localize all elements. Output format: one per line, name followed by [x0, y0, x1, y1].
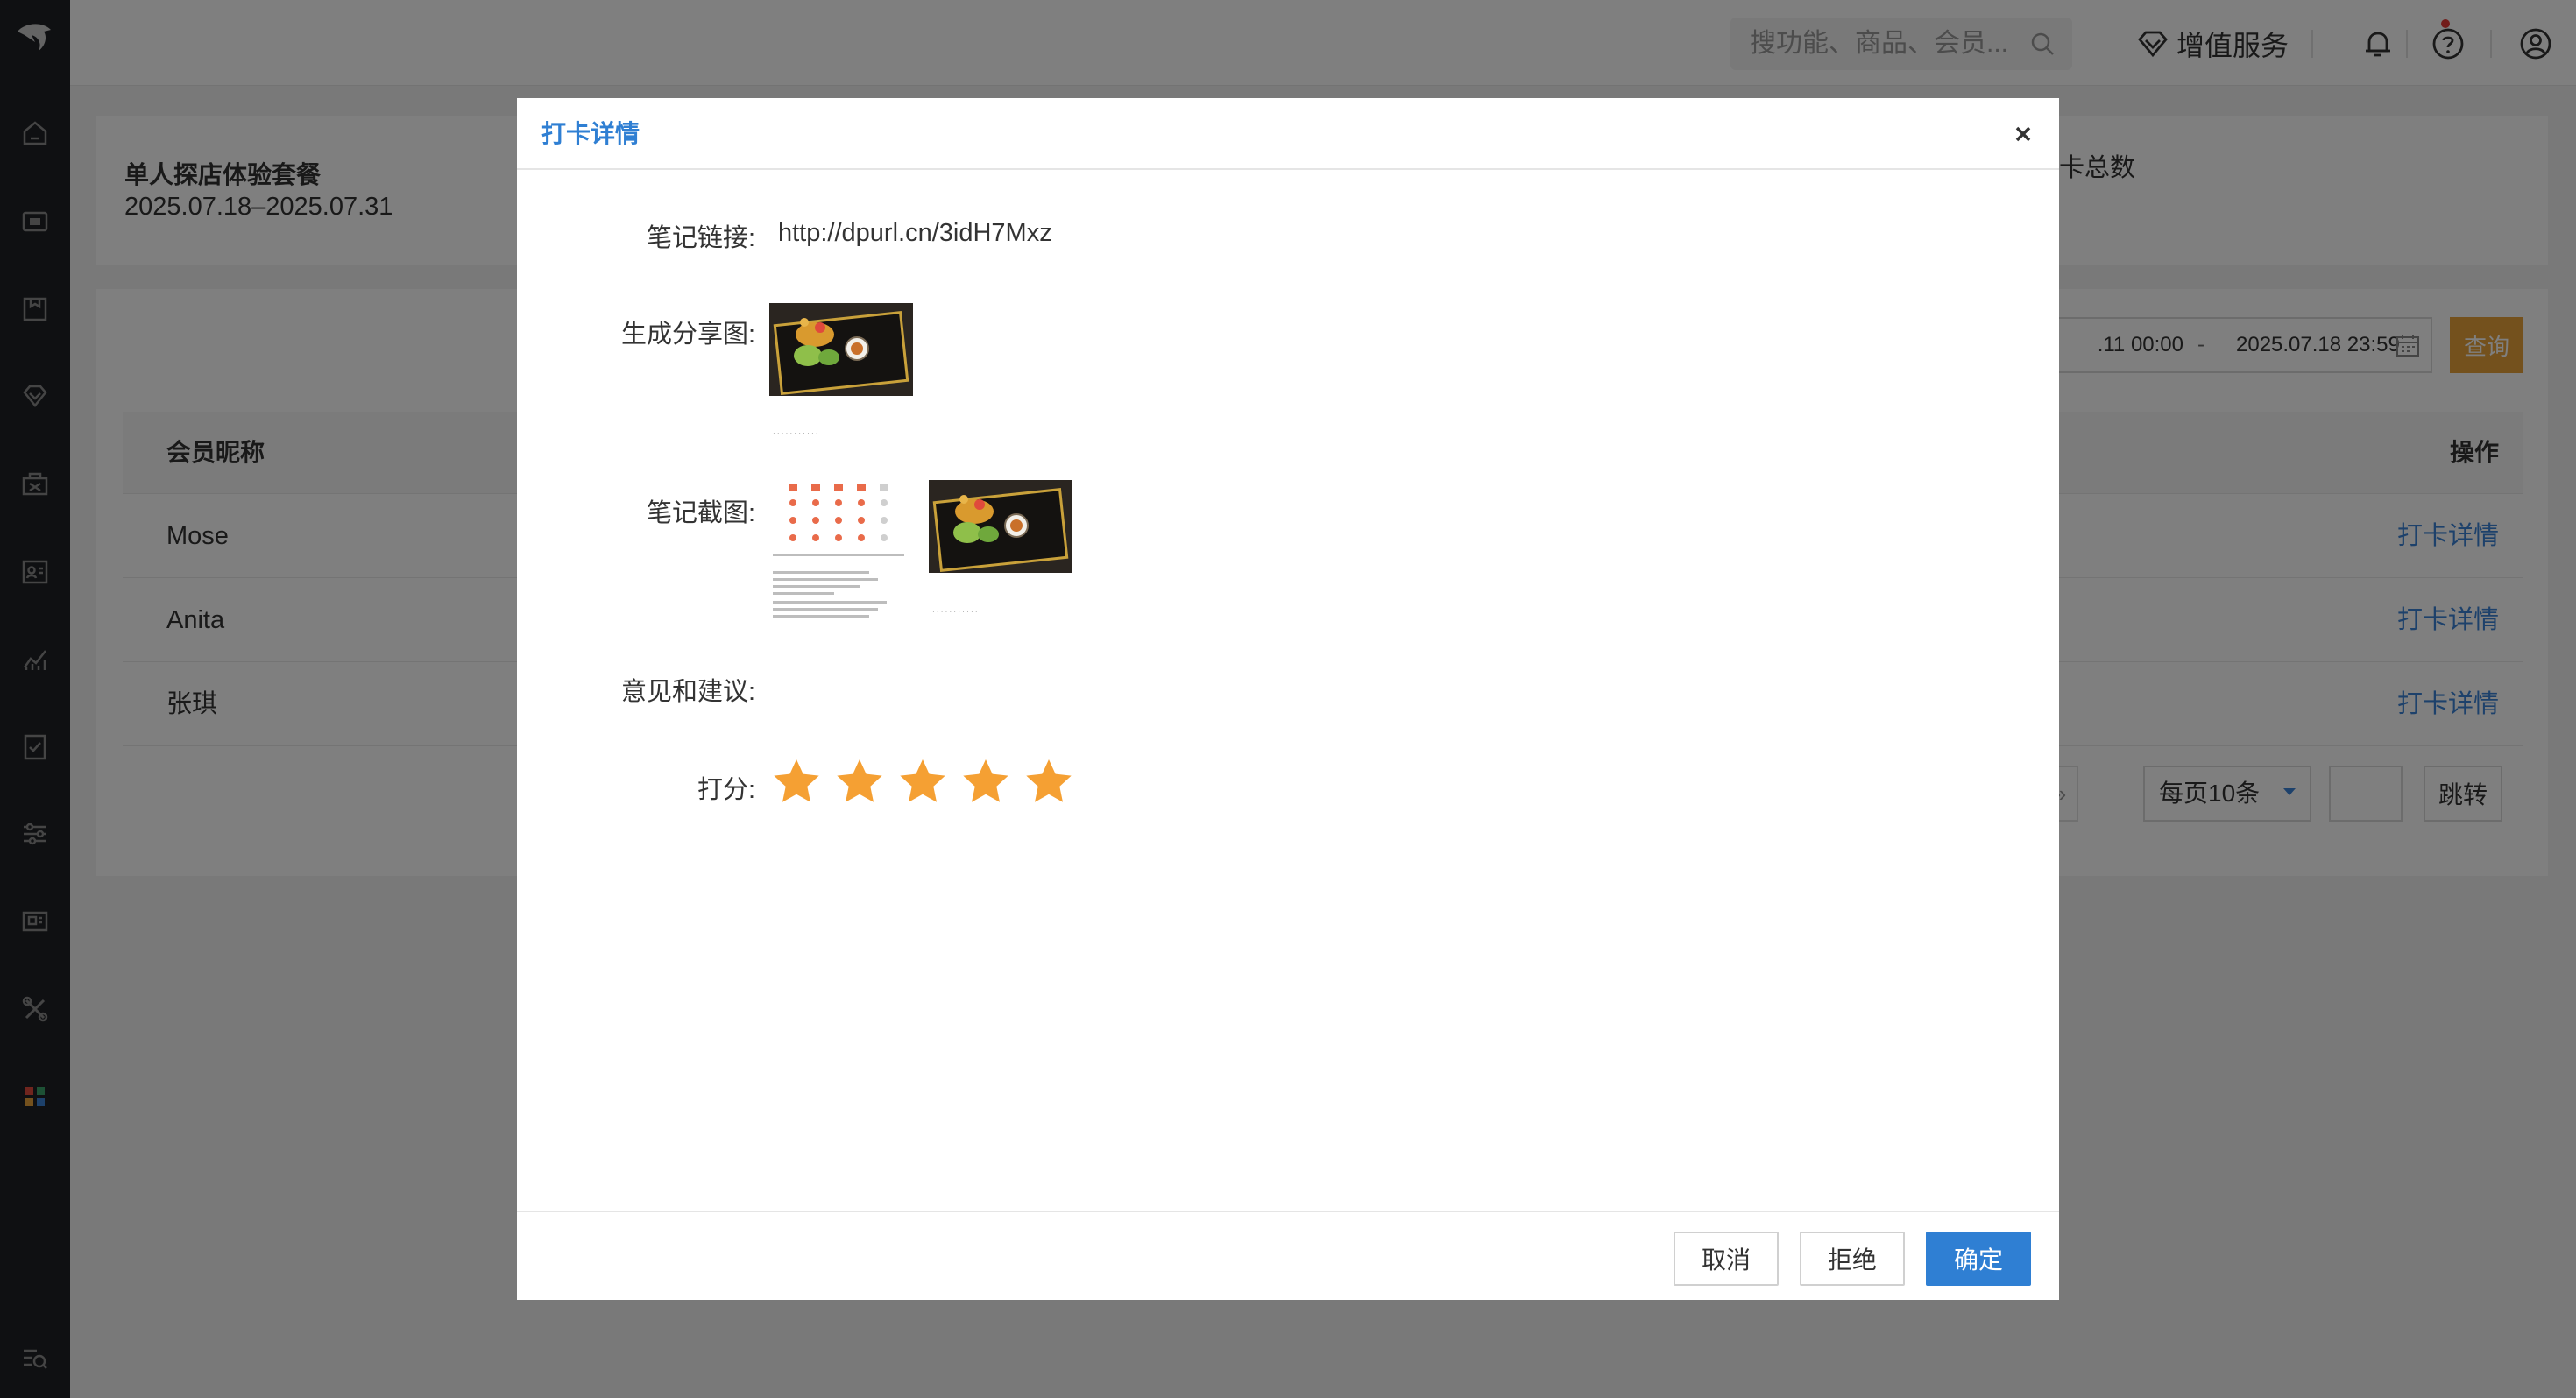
food-photo — [929, 480, 1072, 573]
confirm-button[interactable]: 确定 — [1926, 1232, 2031, 1286]
star-icon — [837, 759, 882, 802]
modal-header: 打卡详情 — [517, 98, 2059, 170]
note-link-value[interactable]: http://dpurl.cn/3idH7Mxz — [778, 219, 1052, 248]
share-image-label: 生成分享图: — [620, 321, 755, 349]
screenshot-caption: · · · · · · · · · · · — [932, 608, 978, 616]
share-image-caption: · · · · · · · · · · · — [773, 429, 818, 437]
close-icon[interactable] — [2006, 117, 2040, 151]
reject-button[interactable]: 拒绝 — [1800, 1232, 1905, 1286]
note-link-label: 笔记链接: — [646, 224, 755, 252]
note-screenshot-thumbnail-1[interactable] — [769, 480, 913, 624]
score-stars — [771, 757, 1086, 808]
star-icon — [1026, 759, 1072, 802]
food-photo — [769, 303, 913, 396]
score-label: 打分: — [697, 776, 755, 804]
share-image-thumbnail[interactable]: · · · · · · · · · · · — [769, 303, 913, 440]
review-form-screenshot — [769, 480, 913, 624]
checkin-detail-modal: 打卡详情 笔记链接: http://dpurl.cn/3idH7Mxz 生成分享… — [517, 98, 2059, 1300]
feedback-label: 意见和建议: — [620, 678, 755, 706]
modal-footer: 取消 拒绝 确定 — [517, 1211, 2059, 1300]
cancel-button[interactable]: 取消 — [1674, 1232, 1779, 1286]
star-icon — [900, 759, 945, 802]
note-screenshot-thumbnail-2[interactable]: · · · · · · · · · · · — [929, 480, 1072, 620]
star-icon — [963, 759, 1008, 802]
star-icon — [774, 759, 819, 802]
modal-title: 打卡详情 — [541, 120, 640, 147]
note-screenshot-label: 笔记截图: — [646, 499, 755, 527]
